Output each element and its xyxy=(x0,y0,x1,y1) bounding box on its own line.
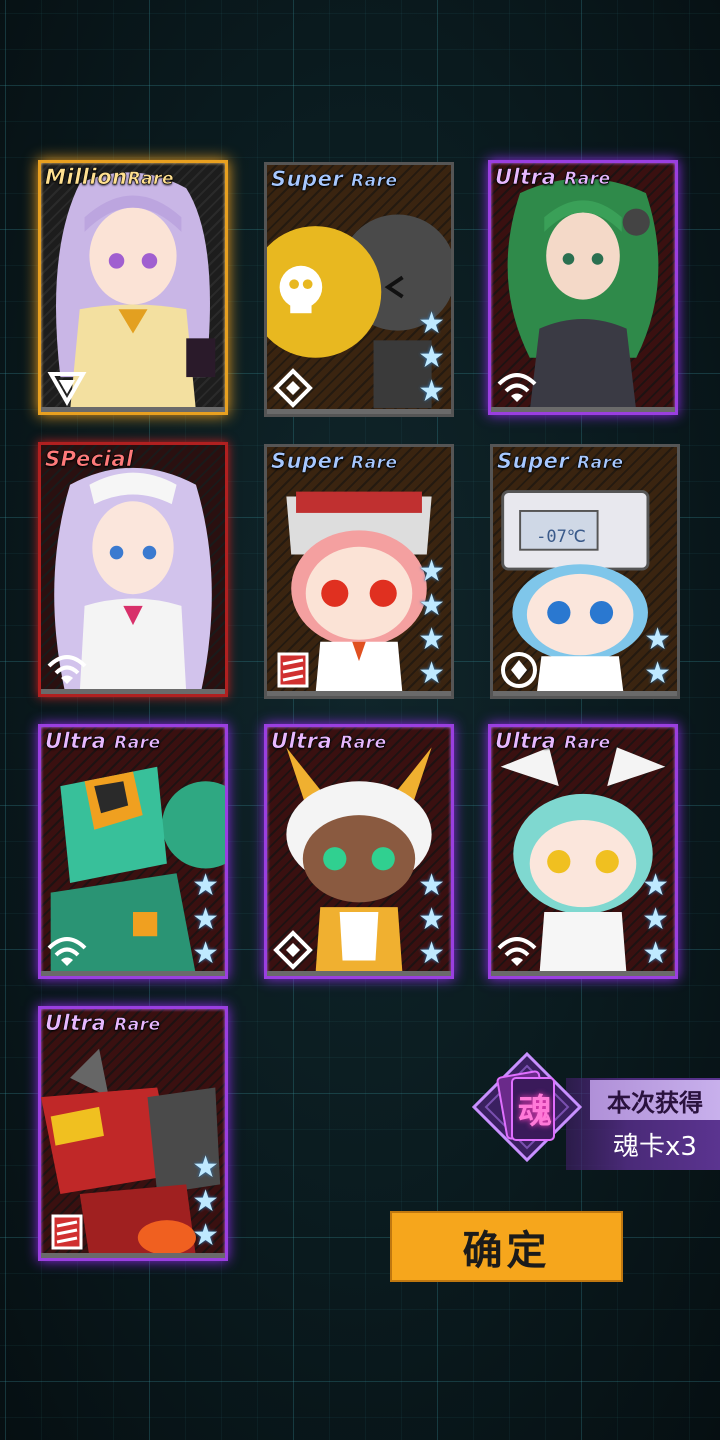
star-icon: ★ xyxy=(644,622,671,657)
star-rating: ★ ★ ★ xyxy=(418,308,445,408)
card-6[interactable]: -07℃ Super Rare ★ ★ xyxy=(490,444,680,699)
rarity-label: SPecial xyxy=(45,447,134,472)
signal-class-icon xyxy=(45,646,89,690)
star-icon: ★ xyxy=(418,306,445,341)
star-icon: ★ xyxy=(418,656,445,691)
star-rating: ★ ★ xyxy=(644,624,671,690)
card-10[interactable]: Ultra Rare ★ ★ ★ xyxy=(38,1006,228,1261)
star-icon: ★ xyxy=(418,554,445,589)
card-bottom-bar xyxy=(267,691,451,696)
rarity-label: Ultra Rare xyxy=(271,729,387,754)
star-icon: ★ xyxy=(644,656,671,691)
card-bottom-bar xyxy=(491,407,675,412)
rarity-label: Super Rare xyxy=(271,449,398,474)
rarity-label: Super Rare xyxy=(271,167,398,192)
star-rating: ★ ★ ★ ★ xyxy=(418,556,445,690)
card-7[interactable]: Ultra Rare ★ ★ ★ xyxy=(38,724,228,979)
slash-class-icon xyxy=(45,1210,89,1254)
star-icon: ★ xyxy=(418,868,445,903)
card-5[interactable]: Super Rare ★ ★ ★ ★ xyxy=(264,444,454,699)
star-icon: ★ xyxy=(192,1218,219,1253)
reward-amount: 魂卡x3 xyxy=(613,1131,697,1162)
card-bottom-bar xyxy=(41,971,225,976)
card-3[interactable]: Ultra Rare xyxy=(488,160,678,415)
star-icon: ★ xyxy=(418,340,445,375)
rarity-label: Ultra Rare xyxy=(45,1011,161,1036)
card-bottom-bar xyxy=(41,689,225,694)
star-icon: ★ xyxy=(192,936,219,971)
rarity-label: Ultra Rare xyxy=(495,729,611,754)
star-icon: ★ xyxy=(418,902,445,937)
star-icon: ★ xyxy=(418,936,445,971)
fridge-temperature-display: -07℃ xyxy=(536,527,586,547)
card-bottom-bar xyxy=(41,407,225,412)
star-icon: ★ xyxy=(418,374,445,409)
triangle-class-icon xyxy=(45,364,89,408)
star-rating: ★ ★ ★ xyxy=(642,870,669,970)
diamond-class-icon xyxy=(271,928,315,972)
star-icon: ★ xyxy=(642,868,669,903)
star-icon: ★ xyxy=(418,622,445,657)
card-bottom-bar xyxy=(493,691,677,696)
rarity-label: Super Rare xyxy=(497,449,624,474)
reward-title: 本次获得 xyxy=(590,1080,720,1120)
signal-class-icon xyxy=(495,364,539,408)
star-icon: ★ xyxy=(418,588,445,623)
slash-class-icon xyxy=(271,648,315,692)
card-bottom-bar xyxy=(491,971,675,976)
star-rating: ★ ★ ★ xyxy=(192,870,219,970)
star-rating: ★ ★ ★ xyxy=(418,870,445,970)
circle-class-icon xyxy=(497,648,541,692)
star-icon: ★ xyxy=(192,902,219,937)
star-icon: ★ xyxy=(642,902,669,937)
soul-glyph: 魂 xyxy=(518,1092,552,1132)
signal-class-icon xyxy=(45,928,89,972)
star-icon: ★ xyxy=(192,1184,219,1219)
signal-class-icon xyxy=(495,928,539,972)
card-2[interactable]: Super Rare ★ ★ ★ xyxy=(264,162,454,417)
rarity-label: Ultra Rare xyxy=(495,165,611,190)
card-bottom-bar xyxy=(41,1253,225,1258)
rarity-label: MillionRare xyxy=(45,165,175,190)
rarity-label: Ultra Rare xyxy=(45,729,161,754)
star-icon: ★ xyxy=(642,936,669,971)
star-rating: ★ ★ ★ xyxy=(192,1152,219,1252)
card-1[interactable]: MillionRare xyxy=(38,160,228,415)
card-9[interactable]: Ultra Rare ★ ★ ★ xyxy=(488,724,678,979)
reward-summary: 本次获得 魂卡x3 魂 xyxy=(462,1040,720,1180)
card-4[interactable]: SPecial xyxy=(38,442,228,697)
card-bottom-bar xyxy=(267,971,451,976)
card-bottom-bar xyxy=(267,409,451,414)
card-8[interactable]: Ultra Rare ★ ★ ★ xyxy=(264,724,454,979)
star-icon: ★ xyxy=(192,1150,219,1185)
confirm-button[interactable]: 确定 xyxy=(390,1211,623,1282)
star-icon: ★ xyxy=(192,868,219,903)
diamond-class-icon xyxy=(271,366,315,410)
